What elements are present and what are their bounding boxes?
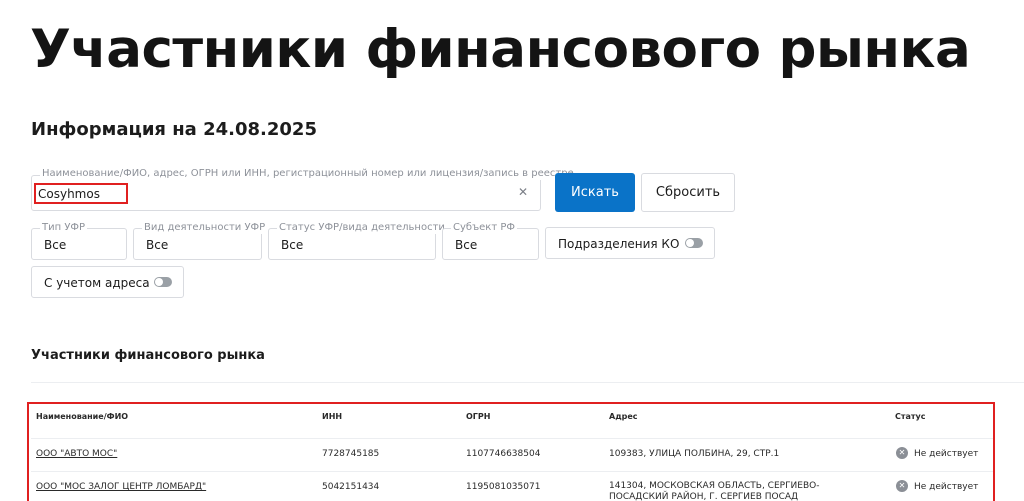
filter-region-value: Все [455, 238, 478, 252]
filter-status-label: Статус УФР/вида деятельности [277, 222, 447, 234]
toggle-switch-icon[interactable] [154, 277, 172, 287]
results-table-highlight [27, 402, 995, 501]
with-address-toggle-label: С учетом адреса [44, 276, 150, 290]
section-divider [31, 382, 1024, 383]
filter-activity-type-label: Вид деятельности УФР [142, 222, 268, 234]
reset-button[interactable]: Сбросить [641, 173, 735, 212]
toggle-switch-icon[interactable] [685, 238, 703, 248]
filter-ufr-type-value: Все [44, 238, 67, 252]
with-address-toggle[interactable]: С учетом адреса [31, 266, 184, 298]
filter-region-label: Субъект РФ [451, 222, 517, 234]
search-value-highlight [34, 183, 128, 204]
close-icon[interactable]: ✕ [518, 185, 528, 199]
info-date-heading: Информация на 24.08.2025 [31, 119, 317, 140]
subdivisions-toggle[interactable]: Подразделения КО [545, 227, 715, 259]
search-button[interactable]: Искать [555, 173, 635, 212]
results-section-title: Участники финансового рынка [31, 348, 265, 363]
subdivisions-toggle-label: Подразделения КО [558, 237, 680, 251]
page-title: Участники финансового рынка [30, 19, 971, 80]
filter-ufr-type-label: Тип УФР [40, 222, 88, 234]
search-input-label: Наименование/ФИО, адрес, ОГРН или ИНН, р… [40, 168, 576, 180]
filter-activity-type-value: Все [146, 238, 169, 252]
filter-status-value: Все [281, 238, 304, 252]
